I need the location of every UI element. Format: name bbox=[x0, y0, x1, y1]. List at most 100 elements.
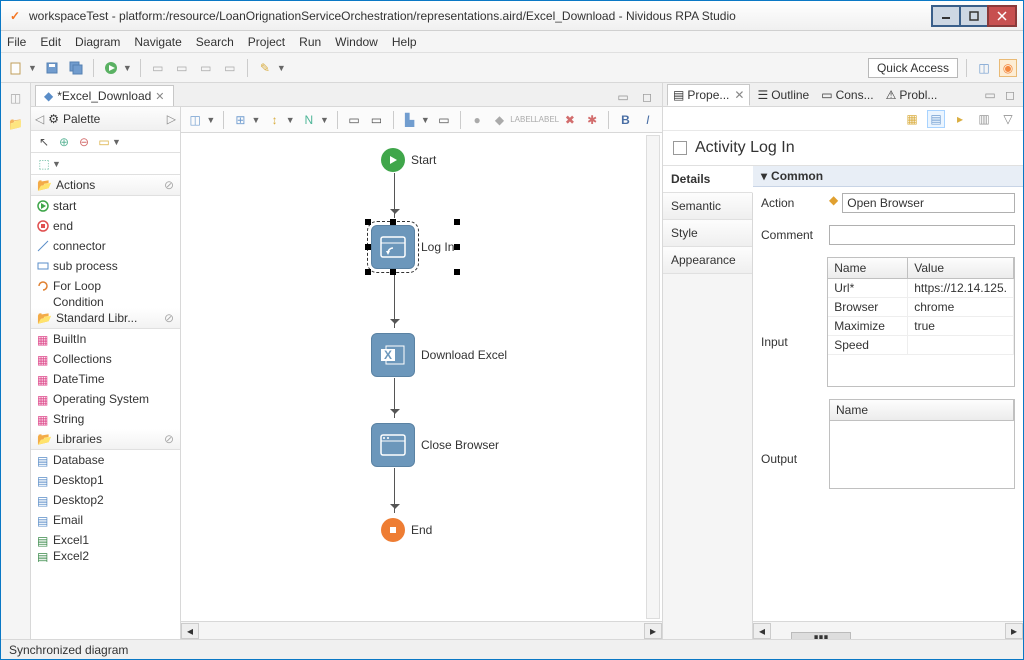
node-close[interactable]: Close Browser bbox=[371, 423, 499, 467]
delete-all-icon[interactable]: ✱ bbox=[584, 111, 600, 129]
tab-outline[interactable]: ☰Outline bbox=[752, 85, 814, 105]
diagram-canvas[interactable]: Start Log In X Download Excel bbox=[181, 133, 662, 621]
checkbox-icon[interactable] bbox=[673, 141, 687, 155]
ct-icon[interactable]: ◫ bbox=[187, 111, 203, 129]
node-login[interactable]: Log In bbox=[371, 225, 454, 269]
pt-icon[interactable]: ▦ bbox=[903, 110, 921, 128]
ct-icon[interactable]: ↕ bbox=[266, 111, 282, 129]
palette-item-excel2[interactable]: ▤Excel2 bbox=[31, 550, 180, 562]
palette-item-email[interactable]: ▤Email bbox=[31, 510, 180, 530]
maximize-view-icon[interactable]: ◻ bbox=[1001, 86, 1019, 104]
props-hscroll[interactable]: ◂ ▮▮▮ ▸ bbox=[753, 621, 1023, 639]
save-icon[interactable] bbox=[43, 59, 61, 77]
zoom-out-icon[interactable]: ⊖ bbox=[75, 133, 93, 151]
palette-item-excel1[interactable]: ▤Excel1 bbox=[31, 530, 180, 550]
palette-section-actions[interactable]: 📂 Actions ⊘ bbox=[31, 175, 180, 196]
palette-item-collections[interactable]: ▦Collections bbox=[31, 349, 180, 369]
view-menu-icon[interactable]: ▽ bbox=[999, 110, 1017, 128]
minimize-view-icon[interactable]: ▭ bbox=[981, 86, 999, 104]
tab-properties[interactable]: ▤Prope...✕ bbox=[667, 84, 750, 106]
menu-file[interactable]: File bbox=[7, 35, 26, 49]
close-button[interactable] bbox=[987, 5, 1017, 27]
ct-icon[interactable]: ◆ bbox=[491, 111, 507, 129]
ct-icon[interactable]: ▭ bbox=[346, 111, 362, 129]
pt-icon[interactable]: ▸ bbox=[951, 110, 969, 128]
scroll-left-icon[interactable]: ◂ bbox=[181, 623, 199, 639]
tool-d-icon[interactable]: ▭ bbox=[221, 59, 239, 77]
bold-icon[interactable]: B bbox=[617, 111, 633, 129]
back-icon[interactable]: ◁ bbox=[35, 112, 44, 126]
menu-help[interactable]: Help bbox=[392, 35, 417, 49]
menu-navigate[interactable]: Navigate bbox=[134, 35, 181, 49]
note-icon[interactable]: ▭ bbox=[95, 133, 113, 151]
palette-item-builtin[interactable]: ▦BuiltIn bbox=[31, 329, 180, 349]
ct-icon[interactable]: N bbox=[301, 111, 317, 129]
new-icon[interactable] bbox=[7, 59, 25, 77]
menu-search[interactable]: Search bbox=[196, 35, 234, 49]
marquee-icon[interactable]: ⬚ bbox=[35, 155, 53, 173]
perspective-b-icon[interactable]: ◉ bbox=[999, 59, 1017, 77]
section-common[interactable]: ▾Common bbox=[753, 166, 1023, 187]
menu-window[interactable]: Window bbox=[335, 35, 378, 49]
ct-icon[interactable]: ▭ bbox=[368, 111, 384, 129]
trim-icon-b[interactable]: 📁 bbox=[7, 115, 25, 133]
proptab-details[interactable]: Details bbox=[663, 166, 753, 193]
vertical-scrollbar[interactable] bbox=[646, 135, 660, 619]
trim-icon-a[interactable]: ◫ bbox=[7, 89, 25, 107]
palette-section-libraries[interactable]: 📂 Libraries ⊘ bbox=[31, 429, 180, 450]
horizontal-scrollbar[interactable]: ◂ ▸ bbox=[181, 621, 662, 639]
tab-problems[interactable]: ⚠Probl... bbox=[881, 85, 943, 105]
maximize-button[interactable] bbox=[959, 5, 989, 27]
close-icon[interactable]: ✕ bbox=[734, 88, 744, 102]
menu-diagram[interactable]: Diagram bbox=[75, 35, 120, 49]
palette-item-connector[interactable]: connector bbox=[31, 236, 180, 256]
tool-b-icon[interactable]: ▭ bbox=[173, 59, 191, 77]
palette-item-desktop1[interactable]: ▤Desktop1 bbox=[31, 470, 180, 490]
pt-icon[interactable]: ▤ bbox=[927, 110, 945, 128]
pt-icon[interactable]: ▥ bbox=[975, 110, 993, 128]
perspective-a-icon[interactable]: ◫ bbox=[975, 59, 993, 77]
editor-tab-excel-download[interactable]: ◆ *Excel_Download ✕ bbox=[35, 85, 174, 106]
scroll-right-icon[interactable]: ▸ bbox=[1005, 623, 1023, 639]
palette-item-start[interactable]: start bbox=[31, 196, 180, 216]
palette-item-desktop2[interactable]: ▤Desktop2 bbox=[31, 490, 180, 510]
palette-item-os[interactable]: ▦Operating System bbox=[31, 389, 180, 409]
palette-section-stdlib[interactable]: 📂 Standard Libr... ⊘ bbox=[31, 308, 180, 329]
node-end[interactable]: End bbox=[381, 518, 432, 542]
node-start[interactable]: Start bbox=[381, 148, 436, 172]
tool-a-icon[interactable]: ▭ bbox=[149, 59, 167, 77]
proptab-appearance[interactable]: Appearance bbox=[663, 247, 752, 274]
palette-item-condition[interactable]: Condition bbox=[31, 296, 180, 308]
palette-item-datetime[interactable]: ▦DateTime bbox=[31, 369, 180, 389]
save-all-icon[interactable] bbox=[67, 59, 85, 77]
node-download[interactable]: X Download Excel bbox=[371, 333, 507, 377]
run-icon[interactable] bbox=[102, 59, 120, 77]
output-table[interactable]: Name bbox=[829, 399, 1015, 489]
close-tab-icon[interactable]: ✕ bbox=[155, 90, 164, 103]
palette-menu-icon[interactable]: ▷ bbox=[167, 112, 176, 126]
minimize-view-icon[interactable]: ▭ bbox=[614, 88, 632, 106]
comment-field[interactable] bbox=[829, 225, 1015, 245]
scroll-right-icon[interactable]: ▸ bbox=[644, 623, 662, 639]
palette-item-database[interactable]: ▤Database bbox=[31, 450, 180, 470]
action-field[interactable]: Open Browser bbox=[842, 193, 1015, 213]
select-tool-icon[interactable]: ↖ bbox=[35, 133, 53, 151]
italic-icon[interactable]: I bbox=[640, 111, 656, 129]
palette-item-forloop[interactable]: For Loop bbox=[31, 276, 180, 296]
zoom-in-icon[interactable]: ⊕ bbox=[55, 133, 73, 151]
menu-project[interactable]: Project bbox=[248, 35, 285, 49]
tab-console[interactable]: ▭Cons... bbox=[816, 85, 878, 105]
ct-icon[interactable]: ▙ bbox=[401, 111, 417, 129]
palette-item-end[interactable]: end bbox=[31, 216, 180, 236]
ct-icon[interactable]: LABEL bbox=[538, 111, 556, 129]
delete-icon[interactable]: ✖ bbox=[562, 111, 578, 129]
proptab-semantic[interactable]: Semantic bbox=[663, 193, 752, 220]
input-table[interactable]: NameValue Url*https://12.14.125. Browser… bbox=[827, 257, 1015, 387]
menu-run[interactable]: Run bbox=[299, 35, 321, 49]
tool-c-icon[interactable]: ▭ bbox=[197, 59, 215, 77]
palette-item-subprocess[interactable]: sub process bbox=[31, 256, 180, 276]
ct-icon[interactable]: ⊞ bbox=[232, 111, 248, 129]
quick-access[interactable]: Quick Access bbox=[868, 58, 958, 78]
maximize-view-icon[interactable]: ◻ bbox=[638, 88, 656, 106]
scroll-left-icon[interactable]: ◂ bbox=[753, 623, 771, 639]
